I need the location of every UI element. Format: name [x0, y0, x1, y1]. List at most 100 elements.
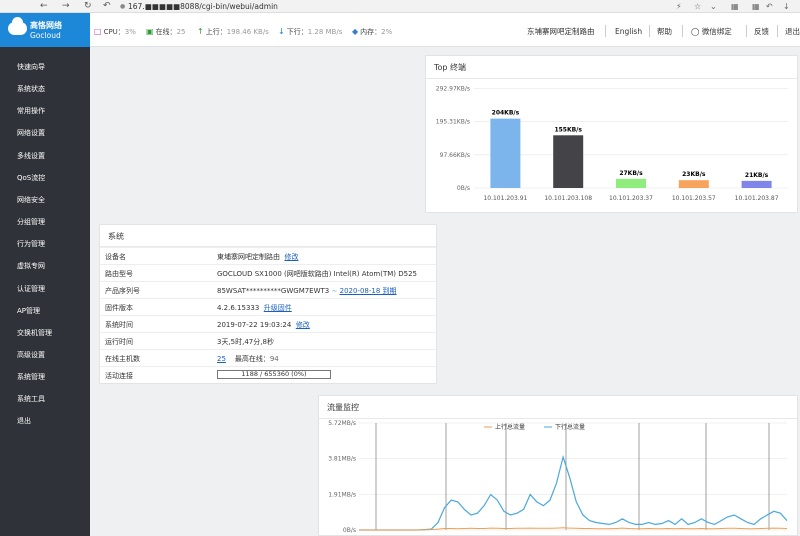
y-tick-label: 292.97KB/s [436, 85, 470, 92]
sidebar-item-advanced[interactable]: 高级设置 [17, 350, 45, 360]
chevron-down-icon[interactable]: ⌄ [710, 1, 717, 12]
forward-icon[interactable]: → [62, 1, 70, 12]
bar [678, 180, 709, 188]
sidebar-item-multiline[interactable]: 多线设置 [17, 151, 45, 161]
y-tick-label: 97.66KB/s [440, 152, 470, 159]
series-line-upload [359, 527, 788, 531]
security-icon: ● [120, 3, 126, 10]
monitor-icon: ▣ [146, 27, 154, 36]
sidebar-item-ap[interactable]: AP管理 [17, 306, 40, 316]
bar [741, 180, 772, 188]
panel-title: 流量监控 [327, 403, 359, 412]
divider [426, 78, 797, 79]
logout-link[interactable]: 退出 [785, 27, 800, 36]
wechat-bind-link[interactable]: ◯ 微信绑定 [691, 27, 732, 36]
wechat-icon: ◯ [691, 27, 700, 36]
feedback-link[interactable]: 反馈 [754, 27, 769, 36]
separator [605, 25, 606, 37]
download-arrow-icon: ↓ [278, 27, 285, 36]
x-tick-label: 10.101.203.108 [544, 195, 592, 202]
sidebar-item-security[interactable]: 网络安全 [17, 195, 45, 205]
y-tick-label: 3.81MB/s [328, 456, 356, 463]
logo-english: Gocloud [30, 31, 61, 40]
back-arrow-icon[interactable]: ↶ [766, 1, 773, 12]
modify-name-link[interactable]: 修改 [284, 253, 298, 261]
system-row-connections: 活动连接 1188 / 655360 (0%) [100, 366, 436, 383]
y-tick-label: 195.31KB/s [436, 119, 470, 126]
system-row-serial: 产品序列号 85WSAT**********GWGM7EWT3 ∼ 2020-08… [100, 281, 436, 298]
upgrade-firmware-link[interactable]: 升级固件 [264, 304, 292, 312]
app-header: 高恪网络 Gocloud □ CPU：3% ▣ 在线：25 ↑ 上行：198.46 K… [0, 13, 800, 47]
modify-time-link[interactable]: 修改 [296, 321, 310, 329]
system-row-hosts: 在线主机数 25 最高在线：94 [100, 349, 436, 366]
y-tick-label: 5.72MB/s [328, 420, 356, 427]
y-tick-label: 0B/s [343, 527, 356, 534]
upload-stat: ↑ 上行：198.46 KB/s [197, 27, 269, 36]
sidebar-item-vpn[interactable]: 虚拟专网 [17, 261, 45, 271]
bar [553, 135, 584, 188]
sidebar-item-groups[interactable]: 分组管理 [17, 217, 45, 227]
data-label: 21KB/s [745, 172, 769, 179]
router-name: 东埔寨网吧定制路由 [527, 27, 595, 36]
download-stat: ↓ 下行：1.28 MB/s [278, 27, 343, 36]
legend-label: 下行总流量 [555, 423, 585, 431]
memory-stat: ◆ 内存：2% [352, 27, 393, 36]
sidebar-item-exit[interactable]: 退出 [17, 416, 31, 426]
legend-label: 上行总流量 [495, 423, 525, 431]
expiry-link[interactable]: 2020-08-18 到期 [340, 287, 397, 295]
series-line-download [359, 454, 788, 531]
sidebar-item-system-status[interactable]: 系统状态 [17, 84, 45, 94]
back-icon[interactable]: ← [40, 1, 48, 12]
sidebar-item-tools[interactable]: 系统工具 [17, 394, 45, 404]
data-label: 27KB/s [619, 170, 643, 177]
x-tick-label: 10.101.203.91 [483, 195, 527, 202]
grid-icon[interactable]: ▦ [752, 1, 760, 12]
sidebar-item-auth[interactable]: 认证管理 [17, 284, 45, 294]
bar [616, 178, 646, 188]
reload-icon[interactable]: ↻ [84, 1, 92, 12]
main-content: Top 终端 0B/s 97.66KB/s 195.31KB/s 292.97KB/s… [90, 47, 800, 536]
data-label: 155KB/s [554, 126, 582, 133]
x-tick-label: 10.101.203.57 [672, 195, 716, 202]
separator [649, 25, 650, 37]
system-row-time: 系统时间 2019-07-22 19:03:24 修改 [100, 315, 436, 332]
sidebar-item-qos[interactable]: QoS流控 [17, 173, 45, 183]
x-tick-label: 10.101.203.87 [735, 195, 779, 202]
system-panel: 系统 设备名 東埔寨网吧定制路由 修改 路由型号 GOCLOUD SX1000 (网… [99, 224, 437, 384]
data-label: 204KB/s [492, 110, 520, 117]
connections-progress: 1188 / 655360 (0%) [217, 370, 331, 379]
online-hosts-link[interactable]: 25 [217, 355, 226, 363]
panel-title: 系统 [108, 232, 124, 241]
star-icon[interactable]: ☆ [694, 1, 701, 12]
sidebar-item-common-ops[interactable]: 常用操作 [17, 106, 45, 116]
bar [490, 118, 521, 188]
sidebar: 快速向导 系统状态 常用操作 网络设置 多线设置 QoS流控 网络安全 分组管理… [0, 47, 90, 536]
data-label: 23KB/s [682, 171, 706, 178]
system-row-model: 路由型号 GOCLOUD SX1000 (网吧版软路由) Intel(R) Ato… [100, 264, 436, 281]
windows-icon[interactable]: ▦ [731, 1, 739, 12]
help-link[interactable]: 帮助 [657, 27, 672, 36]
system-row-device-name: 设备名 東埔寨网吧定制路由 修改 [100, 247, 436, 264]
separator [746, 25, 747, 37]
online-stat: ▣ 在线：25 [146, 27, 186, 36]
cpu-stat: □ CPU：3% [94, 27, 136, 36]
memory-icon: ◆ [352, 27, 359, 36]
cloud-icon [8, 17, 27, 35]
cloud-small-icon: ∼ [331, 287, 338, 295]
panel-title: Top 终端 [434, 63, 467, 72]
sidebar-item-network-settings[interactable]: 网络设置 [17, 128, 45, 138]
address-bar[interactable]: 167.■■■■■8088/cgi-bin/webui/admin [128, 1, 278, 12]
logo: 高恪网络 Gocloud [0, 13, 90, 47]
browser-toolbar: ← → ↻ ↶ ● 167.■■■■■8088/cgi-bin/webui/ad… [0, 0, 800, 13]
undo-icon[interactable]: ↶ [103, 1, 111, 12]
sidebar-item-system-admin[interactable]: 系统管理 [17, 372, 45, 382]
english-link[interactable]: English [615, 27, 642, 36]
system-row-uptime: 运行时间 3天,5时,47分,8秒 [100, 332, 436, 349]
lightning-icon[interactable]: ⚡ [676, 1, 682, 12]
cpu-icon: □ [94, 27, 102, 36]
sidebar-item-behavior[interactable]: 行为管理 [17, 239, 45, 249]
sidebar-item-quick-guide[interactable]: 快速向导 [17, 62, 45, 72]
sidebar-item-switch[interactable]: 交换机管理 [17, 328, 52, 338]
download-icon[interactable]: ↓ [783, 1, 790, 12]
system-row-firmware: 固件版本 4.2.6.15333 升级固件 [100, 298, 436, 315]
